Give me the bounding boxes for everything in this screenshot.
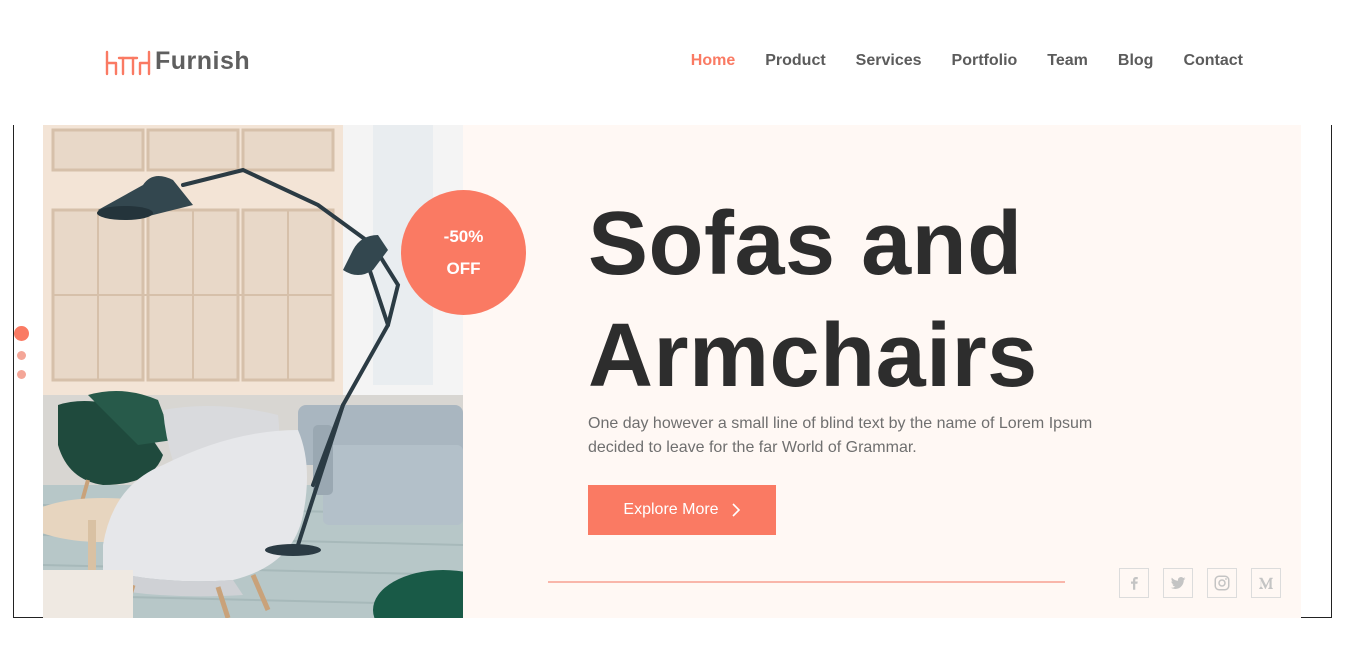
- hero-title-word-and: and: [861, 194, 1023, 294]
- nav-item-blog[interactable]: Blog: [1118, 52, 1154, 70]
- nav-item-contact[interactable]: Contact: [1183, 52, 1243, 70]
- nav-item-portfolio[interactable]: Portfolio: [952, 52, 1018, 70]
- hero-title: Sofas and Armchairs: [588, 188, 1042, 412]
- nav-item-team[interactable]: Team: [1047, 52, 1088, 70]
- hero-description: One day however a small line of blind te…: [588, 415, 1093, 456]
- slider-dot-2[interactable]: [16, 351, 26, 360]
- instagram-link[interactable]: [1207, 568, 1237, 598]
- hero-image: [43, 125, 463, 618]
- slider-dots: [13, 326, 29, 379]
- hero-title-line-1: Sofas and: [588, 188, 1038, 300]
- main-nav: Home Product Services Portfolio Team Blo…: [661, 52, 1243, 70]
- facebook-link[interactable]: [1119, 568, 1149, 598]
- hero-title-word-armchairs: Armchairs: [588, 306, 1038, 406]
- hero-title-line-2: Armchairs: [588, 300, 1042, 412]
- nav-item-services[interactable]: Services: [856, 52, 922, 70]
- brand-name: Furnish: [155, 46, 251, 75]
- twitter-icon: [1170, 577, 1186, 590]
- discount-badge: -50% OFF: [401, 190, 526, 315]
- explore-more-button[interactable]: Explore More: [588, 485, 776, 535]
- furniture-logo-icon: [105, 50, 151, 76]
- medium-icon: [1259, 577, 1273, 589]
- instagram-icon: [1214, 575, 1230, 591]
- slider-dot-3[interactable]: [16, 370, 26, 379]
- slider-dot-1[interactable]: [13, 326, 29, 341]
- hero-title-word-sofas: Sofas: [588, 194, 836, 294]
- chevron-right-icon: [732, 503, 740, 517]
- explore-more-label: Explore More: [623, 501, 719, 518]
- brand-logo[interactable]: Furnish: [104, 44, 250, 78]
- nav-item-home[interactable]: Home: [691, 52, 735, 70]
- discount-badge-off: OFF: [446, 258, 481, 278]
- facebook-icon: [1131, 577, 1138, 590]
- page: Furnish Home Product Services Portfolio …: [0, 0, 1348, 651]
- hero-title-highlight-2: Armchairs: [588, 300, 1042, 412]
- living-room-illustration: [43, 125, 463, 618]
- discount-badge-percent: -50%: [443, 226, 484, 246]
- nav-item-product[interactable]: Product: [765, 52, 825, 70]
- twitter-link[interactable]: [1163, 568, 1193, 598]
- hero-divider: [548, 581, 1065, 583]
- medium-link[interactable]: [1251, 568, 1281, 598]
- social-links: [1119, 568, 1295, 598]
- hero-title-highlight-1: Sofas: [588, 188, 840, 300]
